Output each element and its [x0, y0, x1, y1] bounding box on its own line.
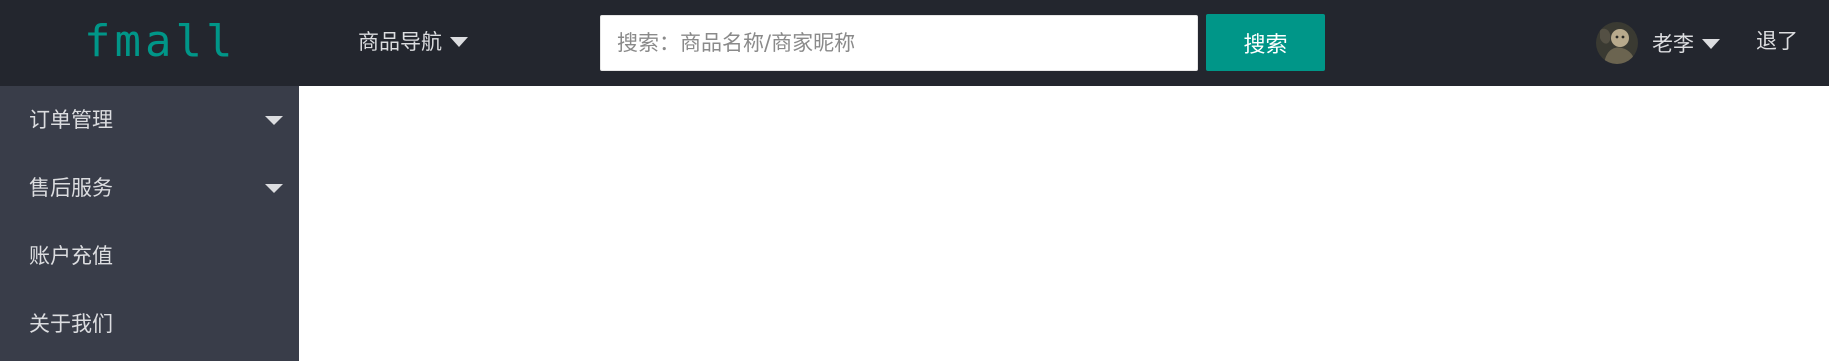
caret-down-icon: [265, 116, 283, 125]
sidebar-item-after-sales[interactable]: 售后服务: [0, 154, 299, 222]
product-nav-label: 商品导航: [358, 30, 442, 54]
top-header: fmall 商品导航 搜索 老李 退了: [0, 0, 1829, 86]
user-name: 老李: [1652, 32, 1694, 56]
caret-down-icon: [265, 184, 283, 193]
caret-down-icon: [450, 37, 468, 47]
sidebar-item-label: 关于我们: [29, 312, 113, 336]
sidebar-item-label: 售后服务: [29, 176, 113, 200]
sidebar-item-label: 账户充值: [29, 244, 113, 268]
product-nav-menu[interactable]: 商品导航: [358, 26, 468, 56]
sidebar-item-orders[interactable]: 订单管理: [0, 86, 299, 154]
search-button[interactable]: 搜索: [1206, 14, 1325, 71]
caret-down-icon: [1702, 39, 1720, 49]
sidebar-item-about[interactable]: 关于我们: [0, 290, 299, 358]
sidebar-item-recharge[interactable]: 账户充值: [0, 222, 299, 290]
logo[interactable]: fmall: [84, 14, 236, 70]
main-content: [299, 86, 1829, 361]
user-menu[interactable]: 老李: [1596, 21, 1720, 65]
avatar[interactable]: [1596, 22, 1638, 64]
sidebar: 订单管理 售后服务 账户充值 关于我们: [0, 86, 299, 361]
sidebar-item-label: 订单管理: [29, 108, 113, 132]
logout-link[interactable]: 退了: [1756, 26, 1798, 56]
search-input[interactable]: [600, 15, 1198, 71]
